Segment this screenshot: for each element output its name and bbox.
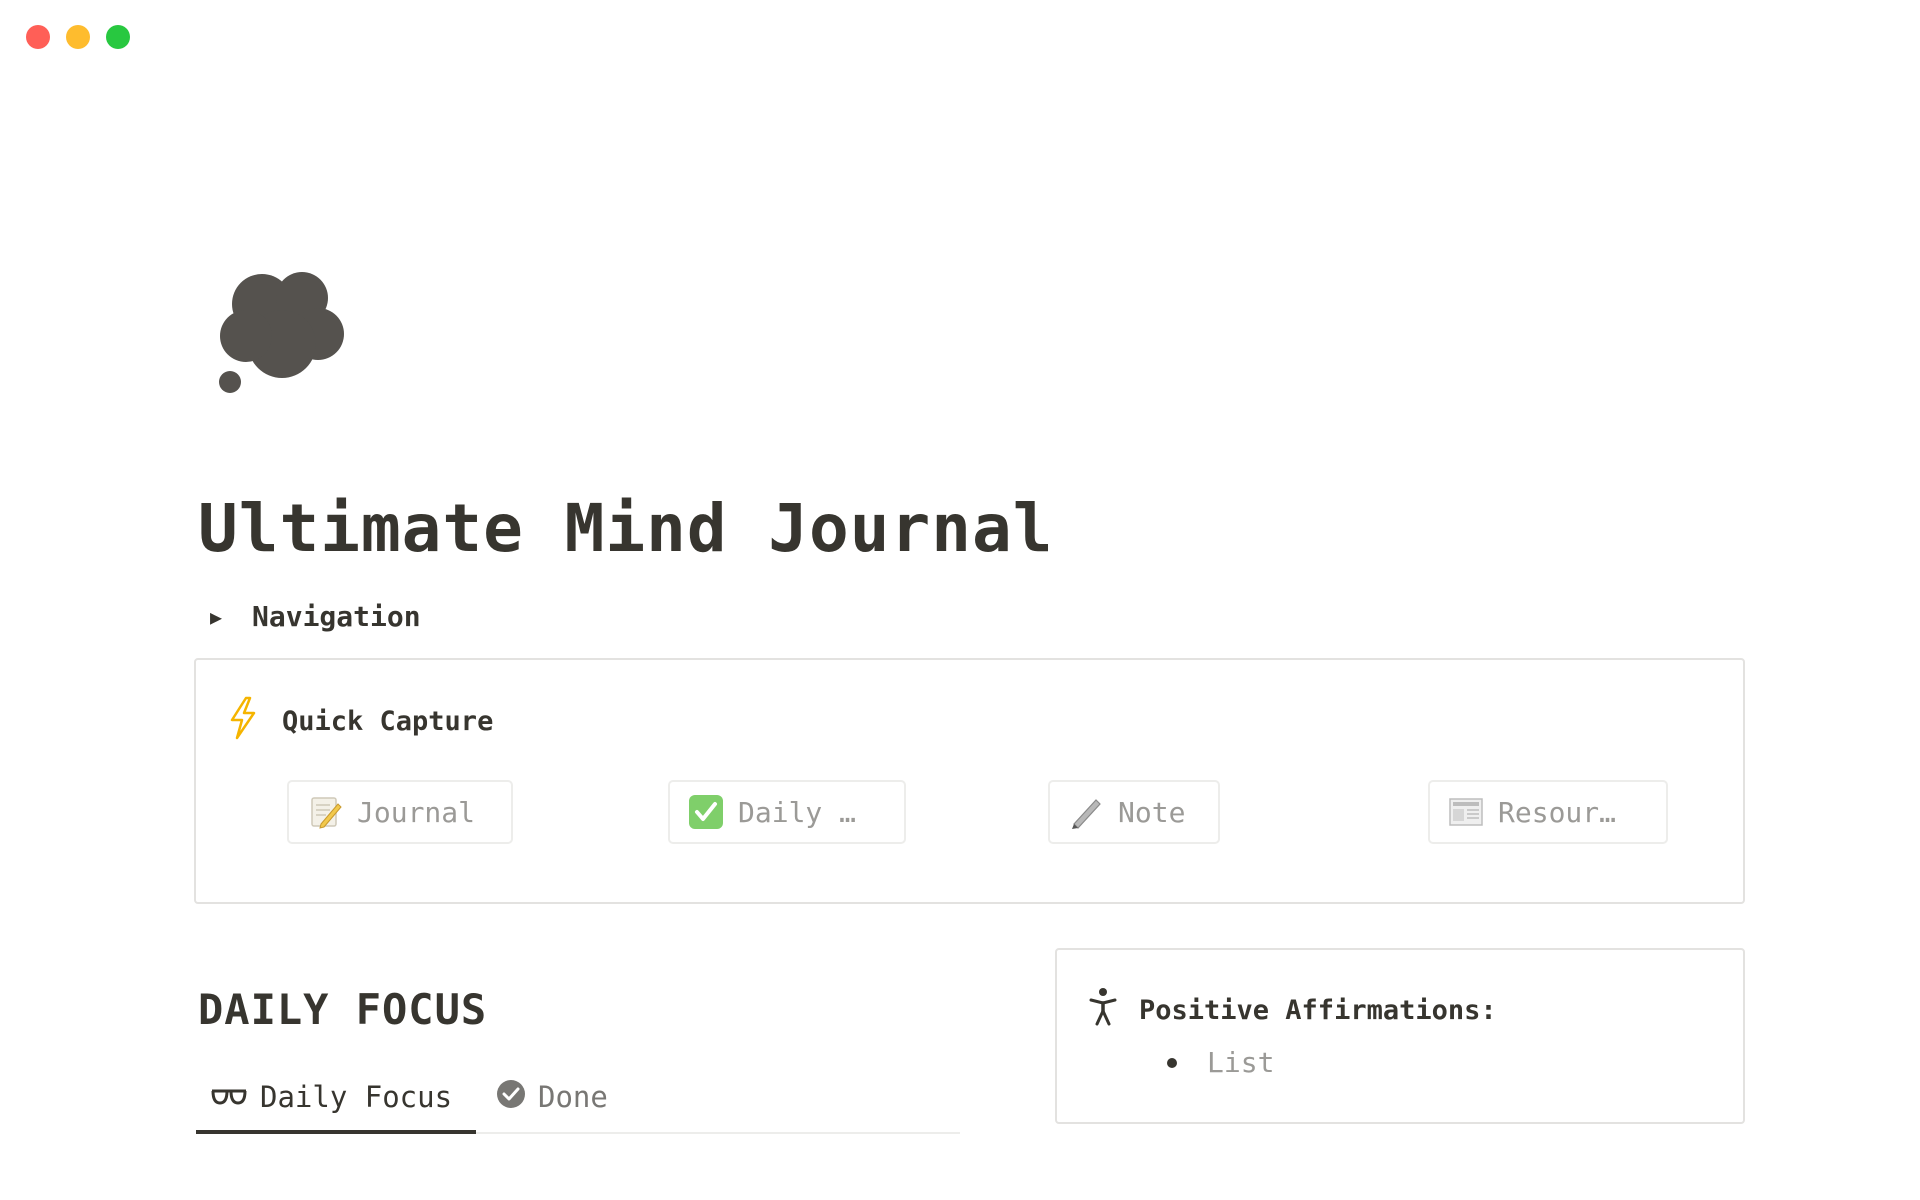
minimize-window-button[interactable] (66, 25, 90, 49)
lightning-icon (226, 696, 260, 747)
app-window: Ultimate Mind Journal ▶ Navigation Quick… (0, 0, 1920, 1200)
tab-done[interactable]: Done (496, 1072, 608, 1122)
thought-balloon-icon[interactable] (210, 262, 350, 402)
navigation-toggle[interactable]: ▶ Navigation (210, 600, 421, 633)
newspaper-icon (1448, 794, 1484, 830)
note-button-label: Note (1118, 795, 1186, 829)
affirmations-heading: Positive Affirmations: (1139, 995, 1497, 1026)
affirmations-callout: Positive Affirmations: List (1055, 948, 1745, 1124)
tab-daily-focus-label: Daily Focus (260, 1080, 453, 1114)
daily-button[interactable]: Daily … (668, 780, 906, 844)
list-item-text[interactable]: List (1207, 1046, 1274, 1079)
quick-capture-callout: Quick Capture Journal Daily … Note Resou… (194, 658, 1745, 904)
pen-icon (1068, 794, 1104, 830)
memo-icon (307, 794, 343, 830)
glasses-icon (210, 1080, 248, 1114)
quick-capture-header: Quick Capture (226, 696, 493, 747)
check-mark-button-icon (688, 794, 724, 830)
tab-done-label: Done (538, 1080, 608, 1114)
window-controls (26, 25, 130, 49)
daily-focus-heading: DAILY FOCUS (198, 985, 488, 1034)
toggle-triangle-icon[interactable]: ▶ (210, 605, 226, 629)
accessibility-icon (1089, 988, 1117, 1033)
note-button[interactable]: Note (1048, 780, 1220, 844)
daily-focus-tabs: Daily Focus Done (196, 1062, 960, 1134)
zoom-window-button[interactable] (106, 25, 130, 49)
resources-button-label: Resour… (1498, 795, 1617, 829)
journal-button[interactable]: Journal (287, 780, 513, 844)
affirmations-header: Positive Affirmations: (1089, 988, 1497, 1033)
navigation-toggle-label: Navigation (252, 600, 421, 633)
quick-capture-heading: Quick Capture (282, 706, 494, 737)
active-tab-indicator (196, 1130, 476, 1134)
check-circle-icon (496, 1079, 526, 1116)
list-item[interactable]: List (1167, 1046, 1274, 1079)
resources-button[interactable]: Resour… (1428, 780, 1668, 844)
page-title[interactable]: Ultimate Mind Journal (198, 490, 1053, 567)
daily-button-label: Daily … (738, 795, 857, 829)
journal-button-label: Journal (357, 795, 476, 829)
close-window-button[interactable] (26, 25, 50, 49)
tab-daily-focus[interactable]: Daily Focus (210, 1072, 452, 1122)
bullet-icon (1167, 1057, 1177, 1068)
